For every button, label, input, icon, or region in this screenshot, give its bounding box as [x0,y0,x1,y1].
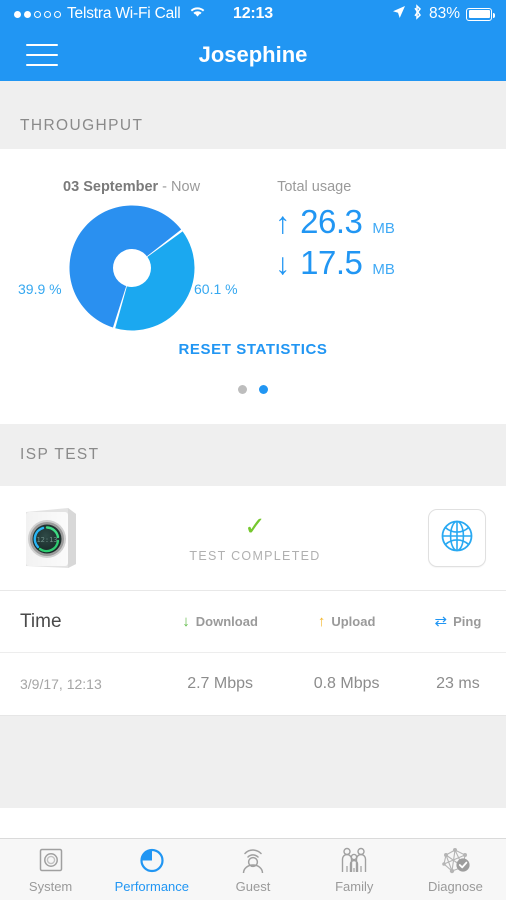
donut-chart-svg [69,205,195,331]
globe-icon [439,518,475,559]
cell-ping: 23 ms [436,675,480,692]
signal-strength-icon [14,10,61,18]
reset-statistics-button[interactable]: RESET STATISTICS [0,341,506,358]
check-icon: ✓ [244,511,266,541]
arrow-down-icon: ↓ [182,612,190,630]
hamburger-menu-icon[interactable] [26,43,58,66]
family-icon [338,845,370,875]
upload-usage-unit: MB [372,220,395,237]
content-spacer [0,715,506,808]
cell-upload: 0.8 Mbps [313,675,380,692]
throughput-date-range: 03 September - Now [0,179,263,195]
table-header-row: Time ↓ Download ↑ Upload ⇄ Ping [0,591,506,653]
column-header-download: ↓ Download [157,613,284,631]
throughput-donut-chart: 39.9 % 60.1 % [0,195,263,335]
nav-bar: Josephine [0,28,506,81]
wifi-icon [189,5,206,23]
column-header-time: Time [20,610,62,632]
status-bar: Telstra Wi-Fi Call 12:13 83% [0,0,506,28]
column-header-ping-label: Ping [453,613,482,629]
tab-performance[interactable]: Performance [101,845,202,894]
tab-system-label: System [28,879,73,894]
router-device-icon: 12:13 [20,504,82,572]
tab-system[interactable]: System [0,845,101,894]
carrier-name: Telstra Wi-Fi Call [67,5,181,22]
performance-icon [137,845,167,875]
column-header-upload: ↑ Upload [283,613,410,631]
upload-usage-row: ↑ 26.3 MB [275,201,506,242]
total-usage-label: Total usage [277,179,352,195]
throughput-card: 03 September - Now Total usage 39.9 % 60… [0,149,506,424]
column-header-download-label: Download [195,613,258,629]
page-dot-2[interactable] [259,385,268,394]
chart-percent-right: 60.1 % [194,281,238,297]
arrow-down-icon: ↓ [275,248,291,282]
bottom-tab-bar: System Performance Guest Family Diagnose [0,838,506,900]
section-header-throughput: THROUGHPUT [0,81,506,149]
battery-icon [466,7,495,21]
isp-test-status: TEST COMPLETED [189,549,321,563]
throughput-date-suffix: - Now [158,179,201,195]
throughput-date: 03 September [63,179,159,195]
tab-diagnose[interactable]: Diagnose [405,845,506,894]
tab-performance-label: Performance [114,879,190,894]
cell-time: 3/9/17, 12:13 [20,676,102,692]
system-icon [36,845,66,875]
chart-percent-left: 39.9 % [18,281,62,297]
table-row[interactable]: 3/9/17, 12:13 2.7 Mbps 0.8 Mbps 23 ms [0,653,506,715]
section-header-isp-test-label: ISP TEST [20,446,100,463]
throughput-body: 39.9 % 60.1 % ↑ 26.3 MB ↓ 17.5 MB [0,195,506,335]
throughput-labels: 03 September - Now Total usage [0,149,506,195]
guest-icon [238,845,268,875]
diagnose-icon [439,845,471,875]
tab-guest[interactable]: Guest [202,845,303,894]
column-header-ping: ⇄ Ping [410,612,506,631]
tab-diagnose-label: Diagnose [427,879,483,894]
app-screen: Telstra Wi-Fi Call 12:13 83% Josephine T… [0,0,506,900]
download-usage-row: ↓ 17.5 MB [275,242,506,283]
bluetooth-icon [412,3,423,25]
page-title: Josephine [198,41,308,67]
download-usage-value: 17.5 [300,244,363,282]
upload-usage-value: 26.3 [300,203,363,240]
isp-test-row: 12:13 ✓ TEST COMPLETED [0,486,506,591]
section-header-isp-test: ISP TEST [0,424,506,486]
column-header-upload-label: Upload [331,613,376,629]
status-bar-left: Telstra Wi-Fi Call [14,5,206,23]
page-indicator [0,385,506,394]
download-usage-unit: MB [372,261,395,279]
cell-download: 2.7 Mbps [187,675,254,692]
tab-guest-label: Guest [235,879,271,894]
arrow-up-icon: ↑ [275,207,291,240]
tab-family-label: Family [335,879,374,894]
page-dot-1[interactable] [238,385,247,394]
section-header-throughput-label: THROUGHPUT [20,117,144,134]
total-usage-values: ↑ 26.3 MB ↓ 17.5 MB [263,195,506,335]
speed-test-table: Time ↓ Download ↑ Upload ⇄ Ping 3/9/17, … [0,591,506,715]
arrow-up-icon: ↑ [317,612,326,630]
battery-percent: 83% [428,5,460,22]
exchange-arrows-icon: ⇄ [434,613,448,630]
tab-family[interactable]: Family [304,845,405,894]
status-bar-right: 83% [392,3,495,25]
svg-text:12:13: 12:13 [36,536,57,544]
globe-icon-button[interactable] [428,509,486,567]
location-arrow-icon [392,5,406,24]
isp-test-status-block: ✓ TEST COMPLETED [82,513,428,563]
